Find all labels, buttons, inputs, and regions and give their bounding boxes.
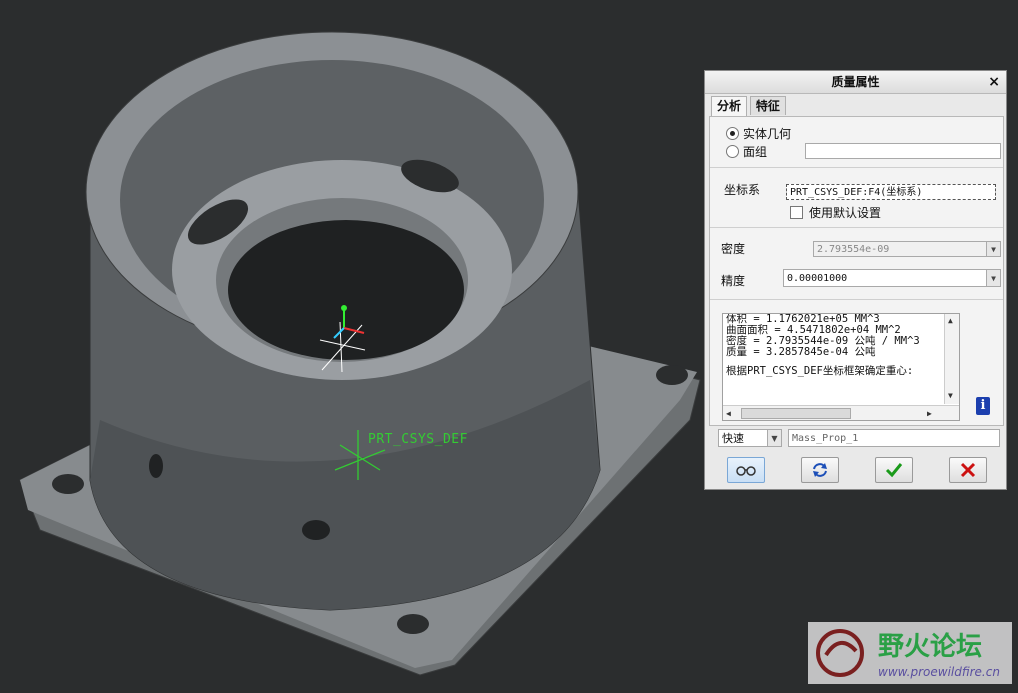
cancel-button[interactable] bbox=[949, 457, 987, 483]
scroll-right-icon[interactable]: ▶ bbox=[927, 408, 932, 419]
scroll-up-icon[interactable]: ▲ bbox=[948, 315, 953, 326]
mode-dropdown[interactable]: 快速 ▼ bbox=[718, 429, 782, 447]
side-hole bbox=[302, 520, 330, 540]
use-default-checkbox[interactable] bbox=[790, 206, 803, 219]
scroll-down-icon[interactable]: ▼ bbox=[948, 390, 953, 401]
solid-geometry-label: 实体几何 bbox=[743, 127, 792, 141]
horizontal-scrollbar[interactable]: ◀ ▶ bbox=[723, 405, 959, 420]
accuracy-value: 0.00001000 bbox=[787, 273, 848, 284]
preview-button[interactable] bbox=[727, 457, 765, 483]
quilt-label: 面组 bbox=[743, 145, 768, 159]
density-value: 2.793554e-09 bbox=[817, 244, 890, 255]
mass-properties-dialog: 质量属性 × 分析 特征 实体几何 面组 坐标系 PRT_CSYS_DEF:F4… bbox=[704, 70, 1007, 490]
bore bbox=[228, 220, 464, 360]
solid-geometry-radio[interactable] bbox=[726, 127, 739, 140]
checkmark-icon bbox=[885, 463, 903, 478]
info-icon[interactable]: i bbox=[976, 397, 990, 415]
flange-hole bbox=[656, 365, 688, 385]
accuracy-field[interactable]: 0.00001000 ▼ bbox=[783, 269, 1001, 287]
feature-name-field[interactable]: Mass_Prop_1 bbox=[788, 429, 1000, 447]
watermark-title: 野火论坛 bbox=[878, 632, 983, 662]
chevron-down-icon[interactable]: ▼ bbox=[767, 430, 781, 446]
repeat-button[interactable] bbox=[801, 457, 839, 483]
quilt-radio[interactable] bbox=[726, 145, 739, 158]
close-icon[interactable]: × bbox=[988, 71, 1000, 93]
results-box[interactable]: 体积 = 1.1762021e+05 MM^3 曲面面积 = 4.5471802… bbox=[722, 313, 960, 421]
csys-label: PRT_CSYS_DEF bbox=[368, 432, 468, 447]
flange-hole bbox=[397, 614, 429, 634]
x-icon bbox=[960, 462, 976, 478]
quilt-field[interactable] bbox=[805, 143, 1001, 159]
vertical-scrollbar[interactable]: ▲ ▼ bbox=[944, 314, 959, 404]
repeat-icon bbox=[813, 463, 827, 477]
watermark-url: www.proewildfire.cn bbox=[878, 665, 1000, 679]
csys-field[interactable]: PRT_CSYS_DEF:F4(坐标系) bbox=[786, 184, 996, 200]
forum-watermark: 野火论坛 www.proewildfire.cn bbox=[808, 622, 1012, 684]
analysis-panel: 实体几何 面组 坐标系 PRT_CSYS_DEF:F4(坐标系) 使用默认设置 … bbox=[709, 116, 1004, 447]
use-default-label: 使用默认设置 bbox=[809, 206, 882, 220]
tab-strip: 分析 特征 bbox=[711, 96, 786, 116]
mode-value: 快速 bbox=[722, 432, 744, 445]
result-line: 根据PRT_CSYS_DEF坐标框架确定重心: bbox=[726, 365, 914, 377]
dialog-titlebar: 质量属性 × bbox=[705, 71, 1006, 94]
scroll-left-icon[interactable]: ◀ bbox=[726, 408, 731, 419]
side-hole bbox=[149, 454, 163, 478]
ok-button[interactable] bbox=[875, 457, 913, 483]
dialog-title: 质量属性 bbox=[831, 75, 880, 89]
result-line: 质量 = 3.2857845e-04 公吨 bbox=[726, 346, 876, 358]
forum-logo-icon bbox=[816, 629, 864, 677]
density-label: 密度 bbox=[721, 242, 746, 256]
scroll-thumb[interactable] bbox=[741, 408, 851, 419]
chevron-down-icon: ▼ bbox=[986, 242, 1000, 256]
accuracy-label: 精度 bbox=[721, 274, 746, 288]
tab-analysis[interactable]: 分析 bbox=[711, 96, 748, 116]
flange-hole bbox=[52, 474, 84, 494]
glasses-icon bbox=[736, 466, 756, 476]
chevron-down-icon[interactable]: ▼ bbox=[986, 270, 1000, 286]
csys-field-label: 坐标系 bbox=[724, 183, 761, 197]
density-field: 2.793554e-09 ▼ bbox=[813, 241, 1001, 257]
tab-feature[interactable]: 特征 bbox=[749, 96, 786, 115]
